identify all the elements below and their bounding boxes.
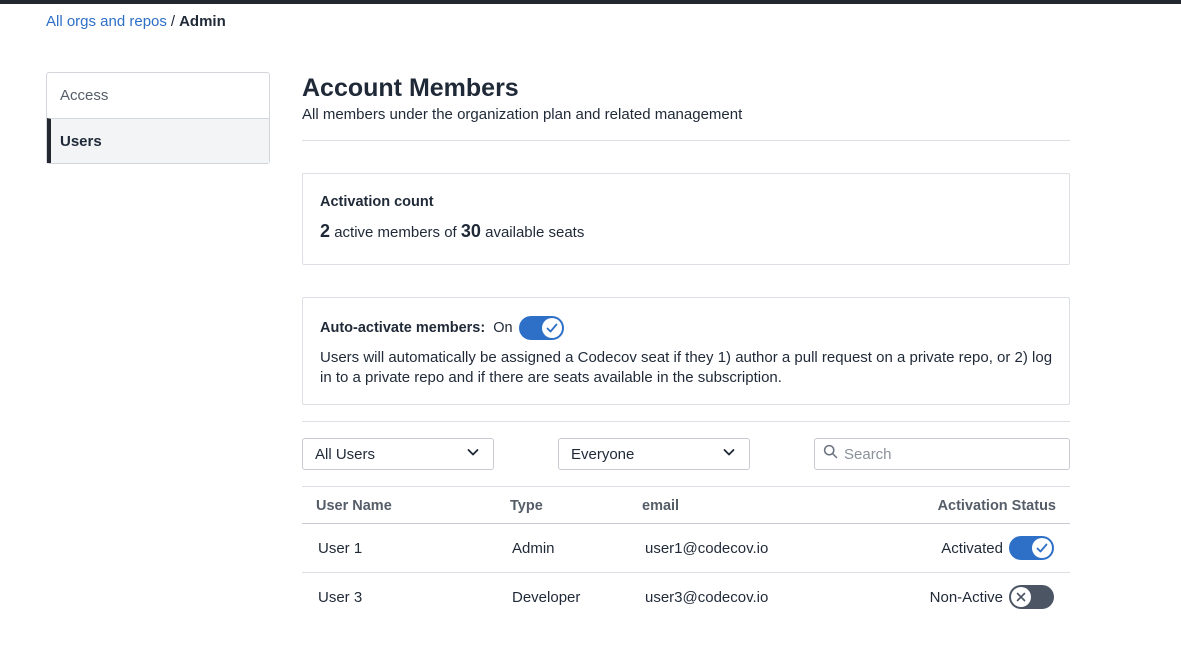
page-title: Account Members — [302, 74, 519, 102]
breadcrumb-current: Admin — [179, 13, 226, 30]
auto-activate-state: On — [493, 320, 513, 336]
activation-count-title: Activation count — [320, 194, 434, 210]
chevron-down-icon — [466, 445, 480, 463]
check-icon — [1032, 538, 1052, 558]
search-icon — [823, 444, 838, 464]
sidebar-item-access[interactable]: Access — [47, 73, 269, 118]
page-subtitle: All members under the organization plan … — [302, 106, 743, 123]
breadcrumb: All orgs and repos / Admin — [46, 13, 226, 31]
sidebar: Access Users — [46, 72, 270, 164]
activation-status-text: Non-Active — [929, 588, 1003, 606]
auto-activate-row: Auto-activate members: On — [320, 316, 564, 340]
column-header-user-name[interactable]: User Name — [316, 498, 392, 514]
cell-activation-status: Activated — [941, 536, 1054, 560]
search-input[interactable] — [844, 445, 1064, 463]
cell-activation-status: Non-Active — [930, 585, 1054, 609]
top-bar — [0, 0, 1181, 4]
active-count: 2 — [320, 221, 331, 241]
members-table: User Name Type email Activation Status U… — [302, 486, 1070, 622]
total-seats-text: available seats — [485, 224, 585, 241]
total-seats: 30 — [460, 221, 481, 241]
cell-email: user3@codecov.io — [645, 589, 769, 606]
activation-count-line: 2 active members of 30 available seats — [320, 221, 584, 242]
cell-type: Admin — [512, 540, 555, 557]
breadcrumb-link-all-orgs[interactable]: All orgs and repos — [46, 13, 167, 30]
cell-user-name: User 1 — [318, 540, 363, 557]
header-divider — [302, 140, 1070, 141]
users-filter-select[interactable]: All Users — [302, 438, 494, 470]
auto-activate-description: Users will automatically be assigned a C… — [320, 349, 1053, 386]
table-row: User 3 Developer user3@codecov.io Non-Ac… — [302, 573, 1070, 622]
activation-count-card: Activation count 2 active members of 30 … — [302, 173, 1070, 265]
cell-user-name: User 3 — [318, 589, 363, 606]
table-header: User Name Type email Activation Status — [302, 486, 1070, 524]
main-header: Account Members All members under the or… — [302, 72, 1070, 125]
auto-activate-label: Auto-activate members: — [320, 320, 486, 336]
activation-toggle[interactable] — [1009, 536, 1054, 560]
sidebar-item-users[interactable]: Users — [47, 118, 269, 163]
breadcrumb-separator: / — [170, 13, 176, 30]
cell-email: user1@codecov.io — [645, 540, 769, 557]
table-row: User 1 Admin user1@codecov.io Activated — [302, 524, 1070, 573]
chevron-down-icon — [722, 445, 736, 463]
check-icon — [541, 318, 562, 338]
activation-status-text: Activated — [941, 539, 1003, 557]
column-header-email[interactable]: email — [642, 498, 679, 514]
x-icon — [1011, 587, 1031, 607]
cell-type: Developer — [512, 589, 581, 606]
column-header-type[interactable]: Type — [510, 498, 543, 514]
activation-toggle[interactable] — [1009, 585, 1054, 609]
auto-activate-card: Auto-activate members: On Users will aut… — [302, 297, 1070, 405]
active-count-text: active members of — [334, 224, 457, 241]
filters-divider — [302, 421, 1070, 422]
role-filter-select[interactable]: Everyone — [558, 438, 750, 470]
column-header-activation-status[interactable]: Activation Status — [938, 498, 1056, 514]
auto-activate-toggle[interactable] — [518, 316, 564, 340]
role-filter-value: Everyone — [571, 445, 635, 463]
search-box — [814, 438, 1070, 470]
users-filter-value: All Users — [315, 445, 376, 463]
